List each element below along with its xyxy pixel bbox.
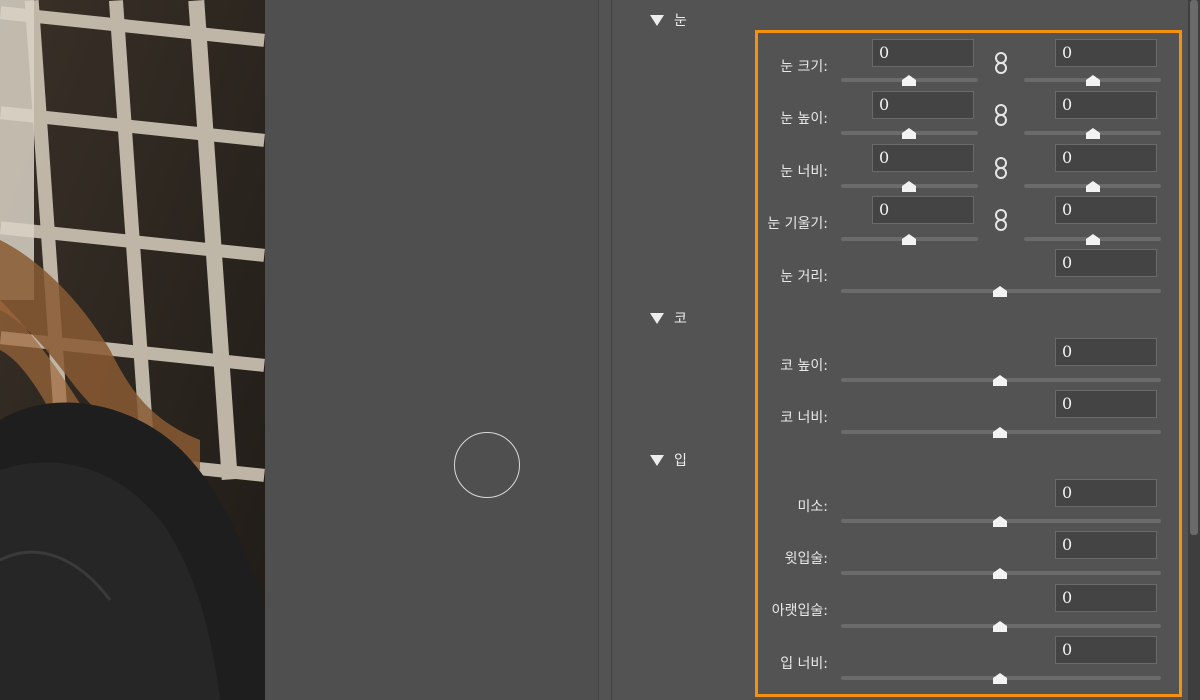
slider-thumb-icon[interactable]	[902, 181, 916, 192]
label-eye-height: 눈 높이:	[780, 111, 828, 127]
slider-thumb-icon[interactable]	[902, 75, 916, 86]
panel-scrollbar[interactable]	[1188, 0, 1200, 700]
label-eye-width: 눈 너비:	[780, 164, 828, 180]
chain-link-icon[interactable]	[994, 51, 1008, 75]
section-header-nose[interactable]: 코	[650, 308, 687, 328]
section-title: 입	[674, 453, 687, 469]
slider-thumb-icon[interactable]	[993, 568, 1007, 579]
eye-width-left-input[interactable]: 0	[872, 144, 974, 172]
eye-height-left-input[interactable]: 0	[872, 91, 974, 119]
mouth-width-input[interactable]: 0	[1055, 636, 1157, 664]
label-eye-tilt: 눈 기울기:	[767, 216, 828, 232]
section-header-eyes[interactable]: 눈	[650, 10, 687, 30]
upper-lip-input[interactable]: 0	[1055, 531, 1157, 559]
section-title: 코	[674, 311, 687, 327]
slider-thumb-icon[interactable]	[1086, 234, 1100, 245]
nose-height-input[interactable]: 0	[1055, 338, 1157, 366]
slider-thumb-icon[interactable]	[993, 286, 1007, 297]
photo-preview	[0, 0, 265, 700]
slider-thumb-icon[interactable]	[993, 516, 1007, 527]
eye-size-right-input[interactable]: 0	[1055, 39, 1157, 67]
slider-thumb-icon[interactable]	[1086, 75, 1100, 86]
slider-thumb-icon[interactable]	[902, 234, 916, 245]
eye-height-right-input[interactable]: 0	[1055, 91, 1157, 119]
label-lower-lip: 아랫입술:	[771, 603, 828, 619]
eye-size-left-input[interactable]: 0	[872, 39, 974, 67]
section-header-mouth[interactable]: 입	[650, 450, 687, 470]
slider-thumb-icon[interactable]	[993, 427, 1007, 438]
slider-thumb-icon[interactable]	[1086, 128, 1100, 139]
label-eye-size: 눈 크기:	[780, 59, 828, 75]
slider-thumb-icon[interactable]	[993, 375, 1007, 386]
nose-width-input[interactable]: 0	[1055, 390, 1157, 418]
smile-input[interactable]: 0	[1055, 479, 1157, 507]
eye-tilt-left-input[interactable]: 0	[872, 196, 974, 224]
chain-link-icon[interactable]	[994, 103, 1008, 127]
slider-thumb-icon[interactable]	[993, 621, 1007, 632]
slider-thumb-icon[interactable]	[902, 128, 916, 139]
eye-distance-input[interactable]: 0	[1055, 249, 1157, 277]
panel-divider	[598, 0, 599, 700]
slider-thumb-icon[interactable]	[993, 673, 1007, 684]
label-eye-distance: 눈 거리:	[780, 269, 828, 285]
eye-width-right-input[interactable]: 0	[1055, 144, 1157, 172]
chain-link-icon[interactable]	[994, 156, 1008, 180]
photo-image	[0, 0, 265, 700]
scrollbar-thumb[interactable]	[1190, 0, 1198, 535]
label-upper-lip: 윗입술:	[784, 551, 828, 567]
label-mouth-width: 입 너비:	[780, 656, 828, 672]
triangle-down-icon	[650, 312, 664, 324]
brush-cursor-icon	[454, 432, 520, 498]
triangle-down-icon	[650, 14, 664, 26]
slider-thumb-icon[interactable]	[1086, 181, 1100, 192]
label-smile: 미소:	[797, 499, 828, 515]
label-nose-height: 코 높이:	[780, 358, 828, 374]
label-nose-width: 코 너비:	[780, 410, 828, 426]
triangle-down-icon	[650, 454, 664, 466]
lower-lip-input[interactable]: 0	[1055, 584, 1157, 612]
chain-link-icon[interactable]	[994, 208, 1008, 232]
canvas-area[interactable]	[265, 0, 598, 700]
eye-tilt-right-input[interactable]: 0	[1055, 196, 1157, 224]
section-title: 눈	[674, 13, 687, 29]
